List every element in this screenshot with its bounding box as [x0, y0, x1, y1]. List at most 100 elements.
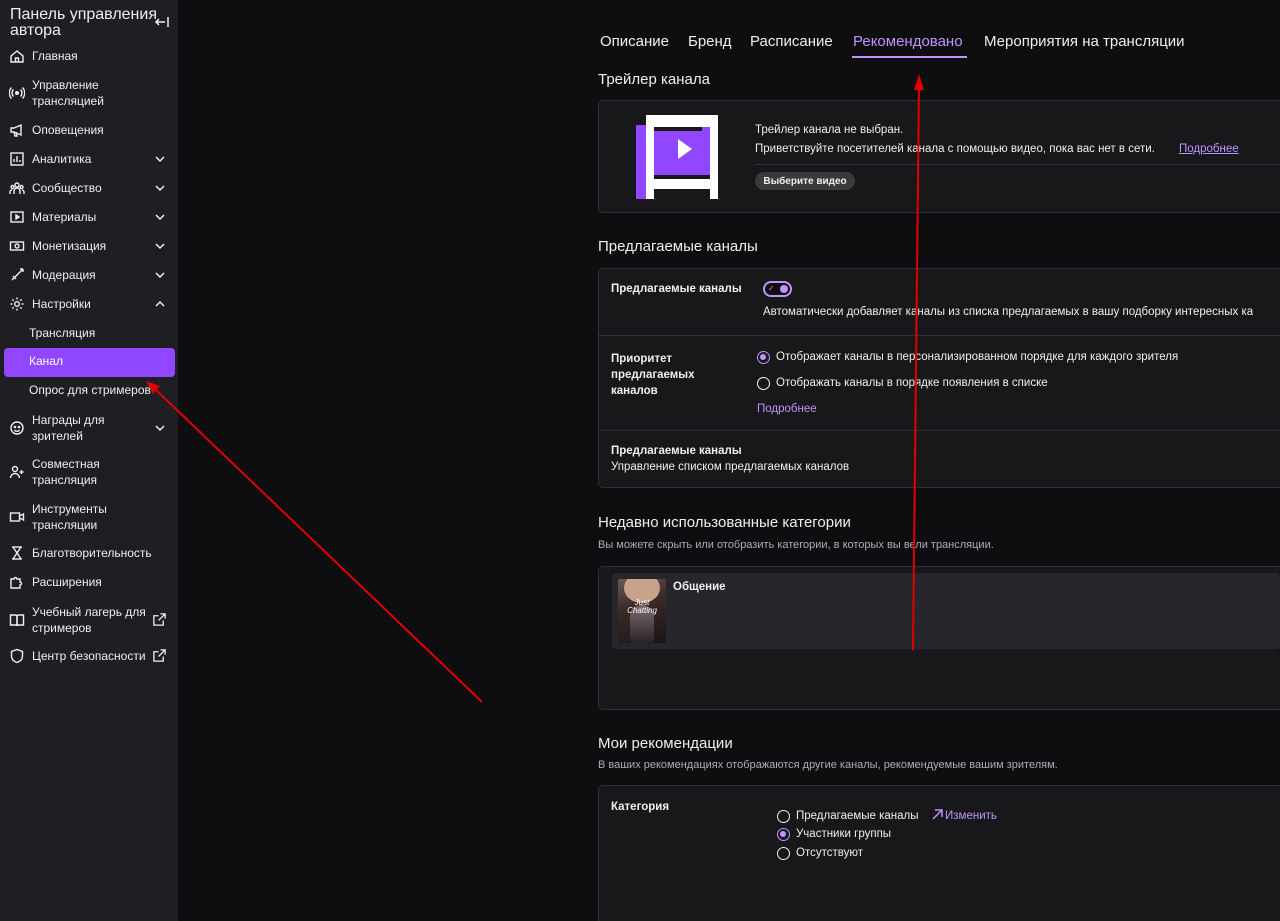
suggested-toggle-label: Предлагаемые каналы [611, 283, 742, 295]
sidebar-item-tools[interactable]: Инструменты трансляции [0, 501, 178, 533]
sidebar-item-stream-manager[interactable]: Управление трансляцией [0, 77, 178, 109]
sidebar-item-label: Центр безопасности [32, 649, 146, 663]
add-user-icon [9, 464, 25, 480]
sidebar-item-label: Расширения [32, 575, 102, 589]
sidebar-item-label: Монетизация [32, 239, 107, 253]
chevron-down-icon[interactable] [154, 182, 166, 194]
suggested-toggle[interactable]: ✓ [763, 281, 792, 297]
divider [598, 335, 1280, 336]
sidebar-subitem-channel[interactable]: Канал [4, 348, 175, 377]
category-thumbnail: Just Chatting [618, 579, 666, 643]
radio-personalized[interactable] [757, 351, 770, 364]
sidebar-item-label: Награды для зрителей [32, 413, 105, 443]
sidebar-item-label: Модерация [32, 268, 96, 282]
radio-none[interactable] [777, 847, 790, 860]
priority-label: Приоритет предлагаемых каналов [611, 353, 695, 397]
camera-icon [9, 509, 25, 525]
sidebar-item-bootcamp[interactable]: Учебный лагерь для стримеров [0, 604, 178, 636]
external-link-icon[interactable] [152, 648, 167, 663]
radio-list-order-label: Отображать каналы в порядке появления в … [776, 377, 1048, 389]
shield-icon [9, 648, 25, 664]
sword-icon [9, 267, 25, 283]
section-title-recent: Недавно использованные категории [598, 514, 851, 531]
sidebar-item-label: Материалы [32, 210, 97, 224]
monetization-icon [9, 238, 25, 254]
collapse-icon[interactable] [154, 14, 170, 30]
radio-suggested-channels-label: Предлагаемые каналы [796, 810, 919, 822]
radio-personalized-label: Отображает каналы в персонализированном … [776, 351, 1179, 363]
divider [598, 430, 1280, 431]
sidebar-item-analytics[interactable]: Аналитика [0, 151, 178, 167]
rewards-icon [9, 420, 25, 436]
tab-schedule[interactable]: Расписание [750, 33, 833, 50]
tab-description[interactable]: Описание [600, 33, 669, 50]
sidebar-item-monetization[interactable]: Монетизация [0, 238, 178, 254]
sidebar-item-community[interactable]: Сообщество [0, 180, 178, 196]
change-link[interactable]: Изменить [945, 810, 997, 822]
content-icon [9, 209, 25, 225]
sidebar-item-label: Аналитика [32, 152, 92, 166]
sidebar-item-moderation[interactable]: Модерация [0, 267, 178, 283]
sidebar: Панель управления автора Главная Управле… [0, 0, 178, 921]
recs-card [598, 785, 1280, 921]
sidebar-item-collab[interactable]: Совместная трансляция [0, 456, 178, 488]
select-video-button[interactable]: Выберите видео [755, 172, 855, 190]
chevron-down-icon[interactable] [154, 422, 166, 434]
radio-suggested-channels[interactable] [777, 810, 790, 823]
trailer-none-text: Трейлер канала не выбран. [755, 124, 904, 136]
external-link-icon[interactable] [152, 612, 167, 627]
sidebar-item-content[interactable]: Материалы [0, 209, 178, 225]
megaphone-icon [9, 122, 25, 138]
broadcast-icon [9, 85, 25, 101]
sidebar-title: Панель управления автора [10, 6, 157, 39]
community-icon [9, 180, 25, 196]
sidebar-subitem-channel-label: Канал [29, 354, 63, 368]
tab-brand[interactable]: Бренд [688, 33, 732, 50]
sidebar-item-label: Управление трансляцией [32, 78, 104, 108]
sidebar-item-label: Настройки [32, 297, 91, 311]
puzzle-icon [9, 574, 25, 590]
sidebar-subitem-stream[interactable]: Трансляция [29, 325, 95, 341]
category-name: Общение [673, 581, 726, 593]
toggle-knob [780, 285, 788, 293]
sidebar-item-alerts[interactable]: Оповещения [0, 122, 178, 138]
radio-none-label: Отсутствуют [796, 847, 863, 859]
thumbnail-text: Just Chatting [627, 598, 657, 615]
radio-group-members[interactable] [777, 828, 790, 841]
section-title-trailer: Трейлер канала [598, 71, 710, 88]
sidebar-item-charity[interactable]: Благотворительность [0, 545, 178, 561]
recs-category-label: Категория [611, 801, 670, 813]
sidebar-item-label: Сообщество [32, 181, 102, 195]
sidebar-item-settings[interactable]: Настройки [0, 296, 178, 312]
trailer-desc-text: Приветствуйте посетителей канала с помощ… [755, 143, 1155, 155]
sidebar-item-rewards[interactable]: Награды для зрителей [0, 412, 178, 444]
radio-group-members-label: Участники группы [796, 828, 892, 840]
chevron-down-icon[interactable] [154, 211, 166, 223]
tab-featured[interactable]: Рекомендовано [853, 33, 963, 50]
manage-suggested-desc: Управление списком предлагаемых каналов [611, 461, 850, 473]
trailer-more-link[interactable]: Подробнее [1179, 143, 1239, 155]
sidebar-item-home[interactable]: Главная [0, 48, 178, 64]
arrow-up-right-icon [932, 809, 943, 820]
chevron-up-icon[interactable] [154, 298, 166, 310]
video-trailer-icon [636, 115, 718, 199]
home-icon [9, 48, 25, 64]
tab-stream-events[interactable]: Мероприятия на трансляции [984, 33, 1185, 50]
priority-more-link[interactable]: Подробнее [757, 403, 817, 415]
charity-icon [9, 545, 25, 561]
active-tab-indicator [852, 56, 967, 58]
chevron-down-icon[interactable] [154, 153, 166, 165]
sidebar-subitem-survey[interactable]: Опрос для стримеров [29, 382, 151, 398]
sidebar-item-safety[interactable]: Центр безопасности [0, 648, 178, 664]
recent-desc: Вы можете скрыть или отобразить категори… [598, 539, 994, 551]
sidebar-item-extensions[interactable]: Расширения [0, 574, 178, 590]
recs-desc: В ваших рекомендациях отображаются други… [598, 759, 1058, 771]
chevron-down-icon[interactable] [154, 269, 166, 281]
manage-suggested-title[interactable]: Предлагаемые каналы [611, 445, 742, 457]
sidebar-item-label: Совместная трансляция [32, 457, 100, 487]
chevron-down-icon[interactable] [154, 240, 166, 252]
sidebar-item-label: Главная [32, 49, 78, 63]
sidebar-item-label: Оповещения [32, 123, 104, 137]
radio-list-order[interactable] [757, 377, 770, 390]
arrowhead-tab [914, 74, 924, 90]
